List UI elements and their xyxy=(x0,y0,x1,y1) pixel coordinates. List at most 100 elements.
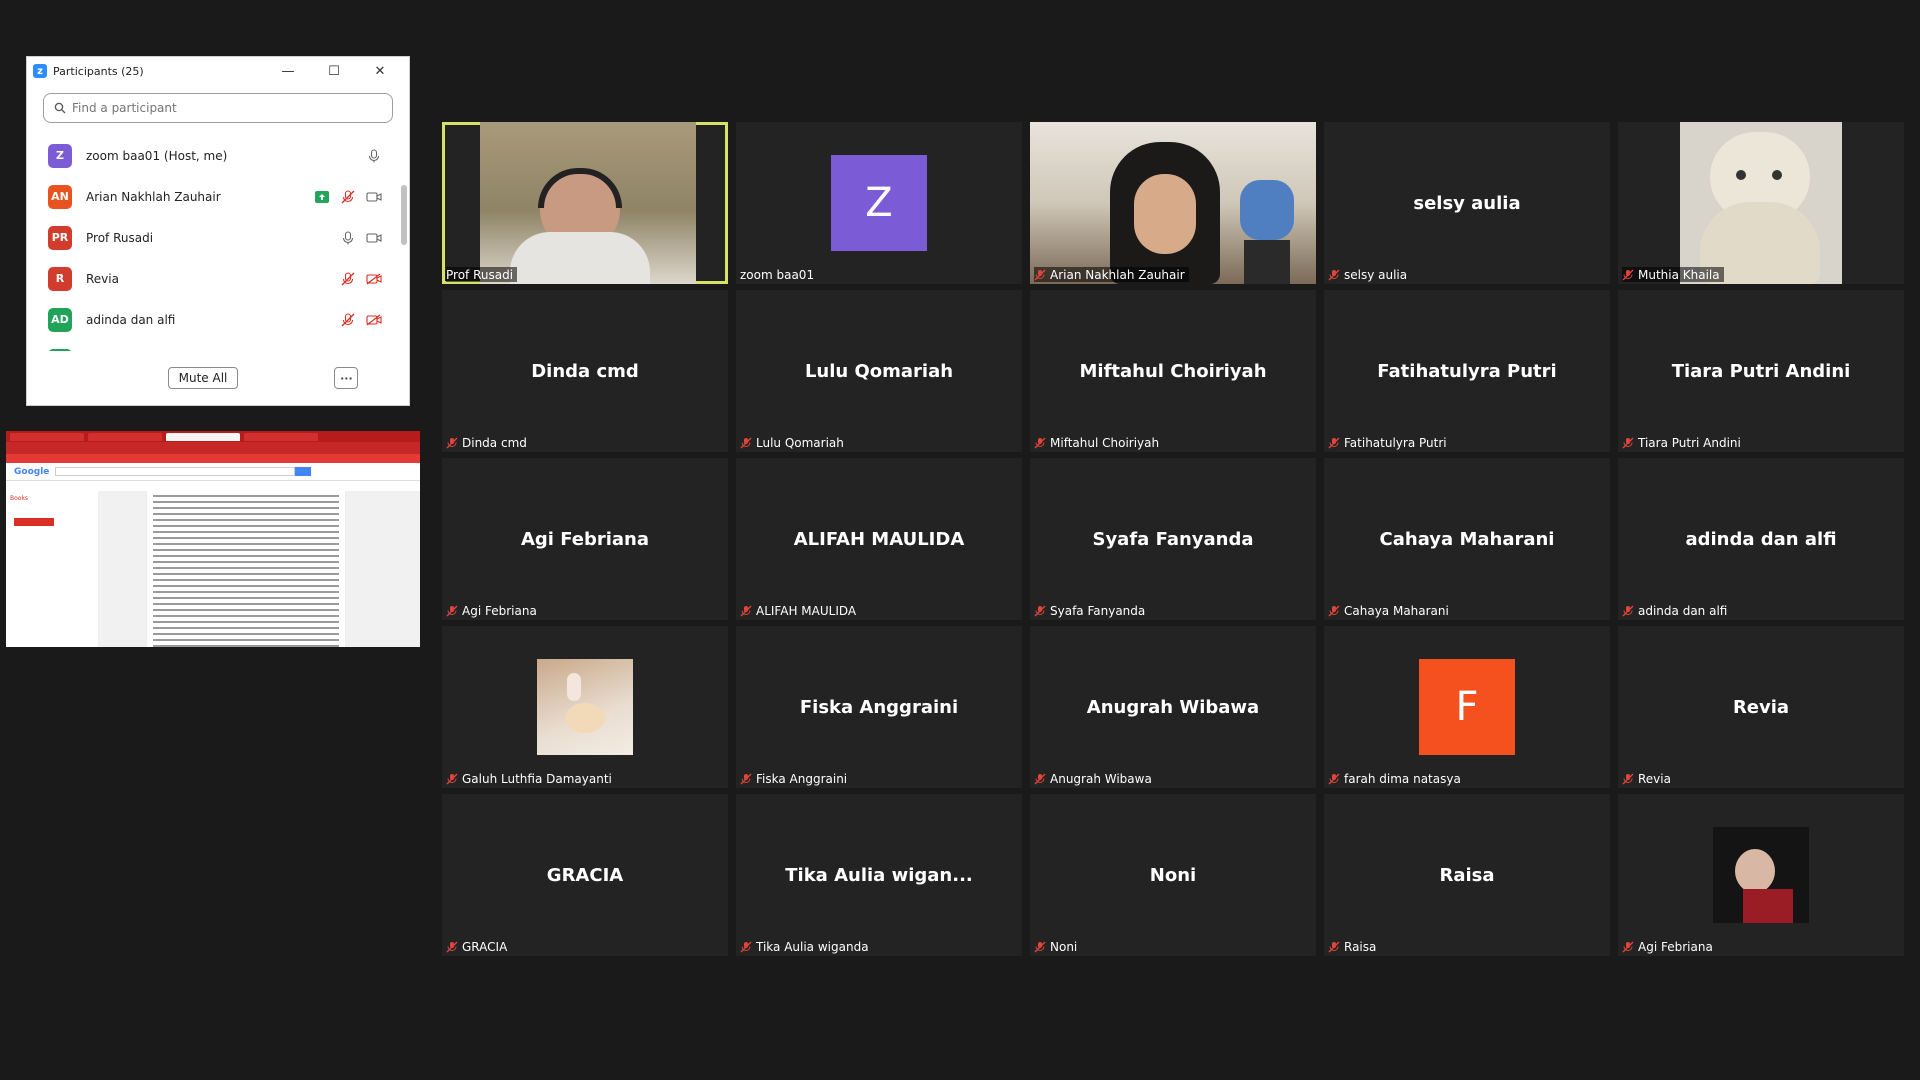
video-tile[interactable]: ALIFAH MAULIDA ALIFAH MAULIDA xyxy=(736,458,1022,620)
participant-status-icons xyxy=(339,271,383,287)
video-tile[interactable]: Cahaya Maharani Cahaya Maharani xyxy=(1324,458,1610,620)
tile-display-name: selsy aulia xyxy=(1413,192,1521,214)
page-margin-right xyxy=(346,491,420,647)
book-text-line xyxy=(153,561,339,563)
tile-name-label: selsy aulia xyxy=(1328,267,1411,282)
tile-name-text: Miftahul Choiriyah xyxy=(1050,435,1160,450)
video-tile[interactable]: Raisa Raisa xyxy=(1324,794,1610,956)
tile-name-label: Fatihatulyra Putri xyxy=(1328,435,1451,450)
mic-off-icon xyxy=(1034,269,1046,281)
profile-photo xyxy=(1713,827,1809,923)
tile-name-text: Syafa Fanyanda xyxy=(1050,603,1146,618)
participant-avatar: AD xyxy=(48,307,72,332)
mic-off-icon xyxy=(1328,605,1340,617)
mic-off-icon xyxy=(339,189,357,205)
browser-address-bar xyxy=(6,442,420,454)
tile-name-label: Tiara Putri Andini xyxy=(1622,435,1745,450)
participant-row[interactable]: PR Prof Rusadi xyxy=(27,217,399,258)
tile-display-name: Noni xyxy=(1149,864,1197,886)
video-tile[interactable]: Fatihatulyra Putri Fatihatulyra Putri xyxy=(1324,290,1610,452)
video-tile[interactable]: Galuh Luthfia Damayanti xyxy=(442,626,728,788)
video-tile[interactable]: Agi Febriana xyxy=(1618,794,1904,956)
book-text-line xyxy=(153,501,339,503)
tile-name-text: ALIFAH MAULIDA xyxy=(756,603,857,618)
participant-row[interactable]: AD adinda dan alfi xyxy=(27,299,399,340)
video-tile[interactable]: Tiara Putri Andini Tiara Putri Andini xyxy=(1618,290,1904,452)
book-text-line xyxy=(153,633,339,635)
video-tile[interactable]: Agi Febriana Agi Febriana xyxy=(442,458,728,620)
tile-display-name: Cahaya Maharani xyxy=(1379,528,1555,550)
video-tile[interactable]: Arian Nakhlah Zauhair xyxy=(1030,122,1316,284)
video-tile[interactable]: Miftahul Choiriyah Miftahul Choiriyah xyxy=(1030,290,1316,452)
tile-display-name: Fiska Anggraini xyxy=(799,696,959,718)
video-tile[interactable]: Zzoom baa01 xyxy=(736,122,1022,284)
participant-row[interactable]: Zzoom baa01 (Host, me) xyxy=(27,135,399,176)
camera-off-icon xyxy=(365,271,383,287)
browser-bookmarks-bar xyxy=(6,454,420,463)
maximize-button[interactable]: ☐ xyxy=(311,57,357,85)
panel-titlebar: z Participants (25) — ☐ ✕ xyxy=(27,57,409,85)
mic-off-icon xyxy=(1328,941,1340,953)
video-tile[interactable]: Tika Aulia wigan... Tika Aulia wiganda xyxy=(736,794,1022,956)
participant-row[interactable]: AN Arian Nakhlah Zauhair xyxy=(27,176,399,217)
tile-name-text: selsy aulia xyxy=(1344,267,1408,282)
video-tile[interactable]: Dinda cmd Dinda cmd xyxy=(442,290,728,452)
video-tile[interactable]: Noni Noni xyxy=(1030,794,1316,956)
minimize-button[interactable]: — xyxy=(265,57,311,85)
browser-tabs xyxy=(6,431,420,442)
tile-name-text: Tiara Putri Andini xyxy=(1638,435,1741,450)
mic-icon xyxy=(365,148,383,164)
book-text-line xyxy=(153,549,339,551)
tile-name-text: Tika Aulia wiganda xyxy=(756,939,869,954)
book-text-line xyxy=(153,513,339,515)
video-tile[interactable]: Muthia Khaila xyxy=(1618,122,1904,284)
mic-off-icon xyxy=(1328,437,1340,449)
video-tile[interactable]: Lulu Qomariah Lulu Qomariah xyxy=(736,290,1022,452)
tile-name-text: Galuh Luthfia Damayanti xyxy=(462,771,612,786)
video-tile[interactable]: Syafa Fanyanda Syafa Fanyanda xyxy=(1030,458,1316,620)
tile-name-text: Muthia Khaila xyxy=(1638,267,1720,282)
tile-name-label: ALIFAH MAULIDA xyxy=(740,603,860,618)
book-text-line xyxy=(153,615,339,617)
book-text-line xyxy=(153,531,339,533)
mic-off-icon xyxy=(1328,773,1340,785)
more-options-button[interactable]: ··· xyxy=(334,367,359,389)
video-tile[interactable]: Prof Rusadi xyxy=(442,122,728,284)
tile-name-label: Agi Febriana xyxy=(446,603,541,618)
video-tile[interactable]: Anugrah Wibawa Anugrah Wibawa xyxy=(1030,626,1316,788)
mute-all-button[interactable]: Mute All xyxy=(167,367,239,389)
books-sidebar: Books xyxy=(10,485,90,532)
mic-off-icon xyxy=(446,437,458,449)
video-tile[interactable]: selsy aulia selsy aulia xyxy=(1324,122,1610,284)
search-box[interactable] xyxy=(43,93,393,123)
tile-display-name: Agi Febriana xyxy=(520,528,650,550)
participant-name: zoom baa01 (Host, me) xyxy=(86,148,228,163)
mic-off-icon xyxy=(1034,773,1046,785)
shared-screen-thumbnail[interactable]: Google Books xyxy=(6,431,420,647)
tile-display-name: Tiara Putri Andini xyxy=(1671,360,1851,382)
tile-name-label: Noni xyxy=(1034,939,1081,954)
mic-off-icon xyxy=(740,437,752,449)
camera-icon xyxy=(365,230,383,246)
tile-name-label: Miftahul Choiriyah xyxy=(1034,435,1163,450)
participant-row[interactable]: R Revia xyxy=(27,258,399,299)
mic-off-icon xyxy=(1622,437,1634,449)
google-search-bar xyxy=(55,467,296,476)
video-feed xyxy=(1030,122,1316,284)
video-tile[interactable]: Ffarah dima natasya xyxy=(1324,626,1610,788)
panel-scrollbar[interactable] xyxy=(401,185,407,245)
tile-name-text: Agi Febriana xyxy=(462,603,537,618)
video-tile[interactable]: Fiska Anggraini Fiska Anggraini xyxy=(736,626,1022,788)
mic-off-icon xyxy=(339,312,357,328)
video-tile[interactable]: GRACIA GRACIA xyxy=(442,794,728,956)
search-input[interactable] xyxy=(72,101,372,115)
google-search-button xyxy=(295,467,312,476)
video-tile[interactable]: Revia Revia xyxy=(1618,626,1904,788)
zoom-logo-icon: z xyxy=(33,64,47,78)
camera-off-icon xyxy=(365,312,383,328)
video-tile[interactable]: adinda dan alfi adinda dan alfi xyxy=(1618,458,1904,620)
close-button[interactable]: ✕ xyxy=(357,57,403,85)
tile-display-name: Anugrah Wibawa xyxy=(1086,696,1260,718)
participant-name: Arian Nakhlah Zauhair xyxy=(86,189,221,204)
get-book-button xyxy=(14,518,54,526)
